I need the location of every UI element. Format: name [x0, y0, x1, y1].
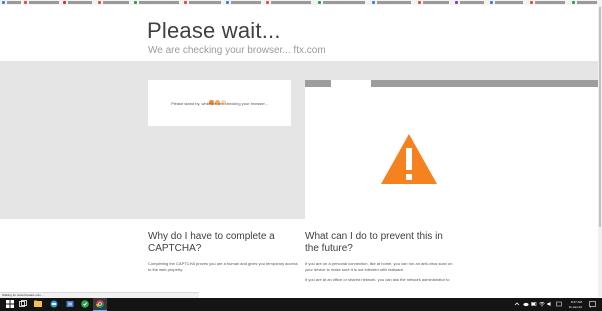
taskbar: 8:27 AM 11-Jan-22 [0, 298, 602, 311]
bookmark-icon[interactable] [318, 1, 321, 4]
file-explorer-icon[interactable] [34, 300, 42, 308]
bookmark-item[interactable] [495, 1, 523, 4]
volume-icon[interactable] [547, 301, 553, 307]
bookmark-item[interactable] [231, 1, 261, 4]
page-subtitle: We are checking your browser... ftx.com [148, 45, 326, 56]
bookmark-icon[interactable] [490, 1, 493, 4]
checking-message: Please stand by, while we are checking y… [171, 101, 268, 106]
browser-titlebar [305, 80, 598, 95]
bookmark-icon[interactable] [455, 1, 458, 4]
bookmark-icon[interactable] [134, 1, 137, 4]
chrome-taskbar-button[interactable] [93, 298, 107, 311]
store-icon[interactable] [66, 300, 74, 308]
bookmark-icon[interactable] [372, 1, 375, 4]
bookmark-item[interactable] [577, 1, 597, 4]
bookmark-icon[interactable] [98, 1, 101, 4]
green-app-icon[interactable] [81, 300, 89, 308]
bookmark-item[interactable] [139, 1, 179, 4]
bookmark-icon[interactable] [530, 1, 533, 4]
window-dots-icon [308, 82, 320, 100]
notification-icon[interactable] [589, 301, 596, 308]
chevron-up-icon[interactable] [514, 301, 520, 307]
bookmark-icon[interactable] [572, 1, 575, 4]
faq-heading: Why do I have to complete a CAPTCHA? [148, 231, 275, 254]
scrollbar-thumb[interactable] [599, 7, 601, 227]
cloud-icon[interactable] [523, 301, 529, 307]
faq-body: If you are on a personal connection, lik… [305, 261, 453, 272]
warning-icon [381, 134, 437, 184]
bookmark-item[interactable] [423, 1, 449, 4]
checking-card: Please stand by, while we are checking y… [148, 80, 291, 126]
faq-prevent: What can I do to prevent this in the fut… [305, 231, 455, 283]
bookmark-item[interactable] [535, 1, 565, 4]
edge-icon[interactable] [50, 300, 58, 308]
chrome-icon [96, 300, 104, 308]
bookmark-item[interactable] [29, 1, 59, 4]
task-view-icon[interactable] [19, 300, 27, 308]
bookmark-item[interactable] [189, 1, 221, 4]
bookmark-item[interactable] [103, 1, 129, 4]
bookmark-item[interactable] [323, 1, 365, 4]
battery-icon[interactable] [531, 301, 537, 307]
page-title: Please wait... [147, 18, 281, 43]
bookmark-item[interactable] [68, 1, 92, 4]
clock-date[interactable]: 11-Jan-22 [562, 305, 582, 309]
page-header: Please wait... We are checking your brow… [0, 5, 598, 61]
bookmark-item[interactable] [271, 1, 311, 4]
bookmark-icon[interactable] [266, 1, 269, 4]
windows-icon[interactable] [6, 300, 14, 308]
faq-heading: What can I do to prevent this in the fut… [305, 231, 443, 254]
faq-captcha: Why do I have to complete a CAPTCHA? Com… [148, 231, 298, 273]
bookmark-icon[interactable] [184, 1, 187, 4]
faq-body-2: If you are at an office or shared networ… [305, 277, 450, 282]
bookmark-icon[interactable] [418, 1, 421, 4]
bookmark-item[interactable] [7, 1, 21, 4]
wifi-icon[interactable] [539, 301, 545, 307]
bookmark-icon[interactable] [63, 1, 66, 4]
clock-time[interactable]: 8:27 AM [562, 300, 582, 304]
bookmark-icon[interactable] [226, 1, 229, 4]
browser-tab-shape [331, 80, 371, 87]
bookmark-item[interactable] [460, 1, 484, 4]
faq-body: Completing the CAPTCHA proves you are a … [148, 261, 298, 272]
bookmark-icon[interactable] [24, 1, 27, 4]
browser-illustration [305, 80, 598, 220]
bookmark-icon[interactable] [2, 1, 5, 4]
bookmark-item[interactable] [377, 1, 411, 4]
